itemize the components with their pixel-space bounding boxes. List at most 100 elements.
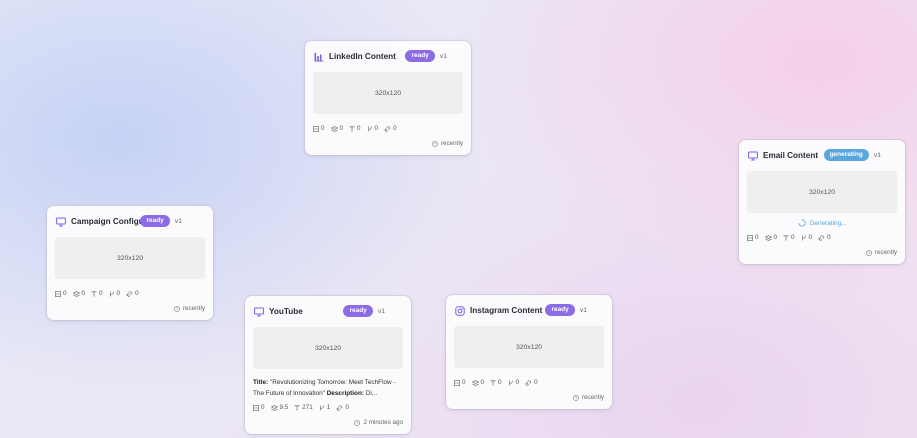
image-icon [747,234,753,241]
status-badge: ready [343,305,373,317]
stat-layers: 9.5 [279,404,289,411]
layers-icon [270,404,278,411]
desc-description-text: Di... [365,390,378,397]
stats-row: 0 0 0 0 0 [55,290,205,297]
email-content-card[interactable]: Email Content generating v1 320x120 Gene… [739,140,905,264]
layers-icon [764,234,772,241]
stat-versions: 0 [116,290,121,297]
layers-icon [330,125,338,132]
timestamp: recently [313,140,463,147]
timestamp-text: 2 minutes ago [363,419,403,426]
card-header: Instagram Content ready v1 [454,304,604,317]
preview-placeholder: 320x120 [55,237,205,279]
instagram-content-card[interactable]: Instagram Content ready v1 320x120 0 0 0… [446,295,612,409]
preview-placeholder: 320x120 [253,327,403,369]
clock-icon [866,249,872,256]
timestamp-text: recently [874,249,897,256]
text-icon [294,404,300,411]
stat-links: 0 [534,379,538,386]
text-icon [349,125,355,132]
image-icon [55,290,61,297]
card-header: Email Content generating v1 [747,149,897,162]
timestamp: recently [454,394,604,401]
card-header: YouTube ready v1 [253,305,403,318]
branch-icon [801,234,806,240]
version-label: v1 [579,306,587,314]
card-title: LinkedIn Content [329,52,396,61]
stat-images: 0 [261,404,265,411]
monitor-icon [748,151,758,161]
version-label: v1 [873,151,881,159]
text-icon [490,379,496,386]
status-badge: ready [405,50,435,62]
stat-links: 0 [393,125,397,132]
link-icon [525,379,532,386]
stat-text: 0 [791,234,795,241]
stats-row: 0 0 0 0 0 [454,379,604,386]
stat-images: 0 [755,234,759,241]
stat-versions: 0 [374,125,379,132]
content-description: Title: "Revolutionizing Tomorrow: Meet T… [253,377,403,399]
bar-chart-icon [314,52,324,62]
clock-icon [432,140,438,147]
desc-description-label: Description: [326,390,364,397]
desc-title-label: Title: [253,379,269,386]
stat-text: 0 [357,125,361,132]
image-icon [454,379,460,386]
card-title: Email Content [763,151,819,160]
stat-images: 0 [462,379,466,386]
stat-text: 271 [302,404,313,411]
branch-icon [319,404,324,410]
stat-layers: 0 [81,290,86,297]
stats-row: 0 9.5 271 1 0 [253,404,403,411]
clock-icon [573,394,579,401]
text-icon [783,234,789,241]
status-badge: generating [823,149,869,161]
stat-text: 0 [99,290,103,297]
timestamp-text: recently [440,140,463,147]
clock-icon [354,419,361,426]
card-title: YouTube [269,307,303,316]
preview-placeholder: 320x120 [454,326,604,368]
link-icon [818,234,825,241]
image-icon [313,125,319,132]
generating-text: Generating... [809,219,847,227]
stat-versions: 0 [515,379,520,386]
stat-versions: 1 [326,404,331,411]
image-icon [253,404,259,411]
generating-indicator: Generating... [747,219,897,227]
stat-images: 0 [321,125,325,132]
layers-icon [72,290,80,297]
stat-layers: 0 [773,234,778,241]
stat-versions: 0 [808,234,813,241]
stats-row: 0 0 0 0 0 [313,125,463,132]
youtube-content-card[interactable]: YouTube ready v1 320x120 Title: "Revolut… [245,296,411,434]
version-label: v1 [174,217,182,225]
stats-row: 0 0 0 0 0 [747,234,897,241]
timestamp: recently [747,249,897,256]
instagram-icon [455,305,465,316]
link-icon [336,404,343,411]
branch-icon [109,290,114,296]
preview-placeholder: 320x120 [747,171,897,213]
status-badge: ready [140,215,170,227]
timestamp: 2 minutes ago [253,419,403,426]
timestamp-text: recently [182,305,205,312]
stat-layers: 0 [480,379,485,386]
branch-icon [508,379,513,385]
text-icon [91,290,97,297]
linkedin-content-card[interactable]: LinkedIn Content ready v1 320x120 0 0 0 … [305,41,471,155]
card-title: Instagram Content [470,306,543,315]
stat-images: 0 [63,290,67,297]
preview-placeholder: 320x120 [313,72,463,114]
link-icon [126,290,133,297]
card-header: Campaign Configuration ready v1 [55,215,205,228]
timestamp: recently [55,305,205,312]
card-header: LinkedIn Content ready v1 [313,50,463,63]
branch-icon [367,125,372,131]
campaign-configuration-card[interactable]: Campaign Configuration ready v1 320x120 … [47,206,213,320]
version-label: v1 [377,307,385,315]
stat-links: 0 [827,234,831,241]
spinner-icon [797,219,806,227]
stat-layers: 0 [339,125,344,132]
